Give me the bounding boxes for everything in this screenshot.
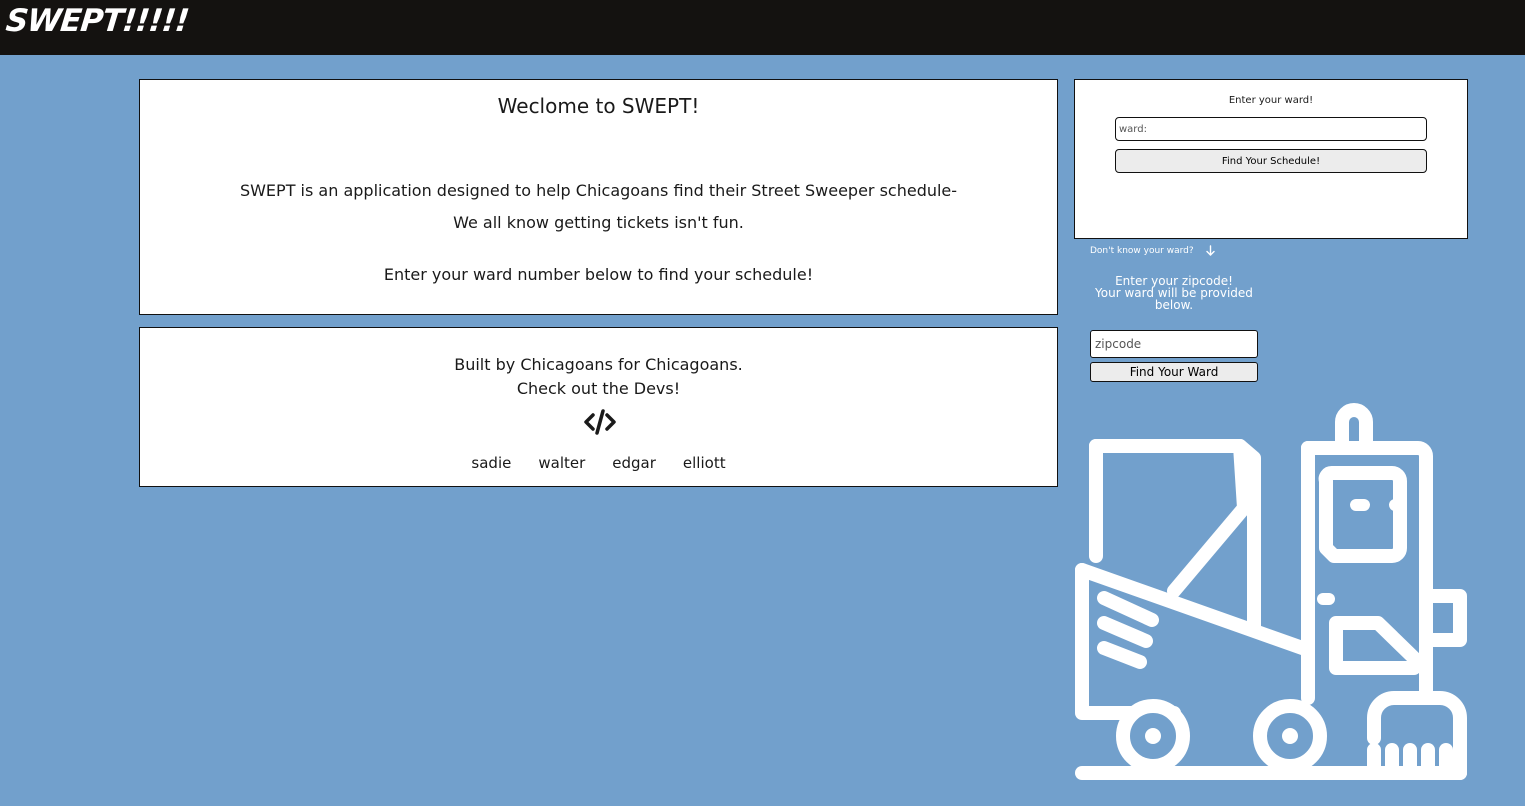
zipcode-instructions: Enter your zipcode! Your ward will be pr…: [1090, 275, 1258, 311]
find-schedule-button[interactable]: Find Your Schedule!: [1115, 149, 1427, 173]
ward-input[interactable]: [1115, 117, 1427, 141]
devs-cta: Check out the Devs!: [516, 379, 681, 398]
devs-panel: Built by Chicagoans for Chicagoans. Chec…: [139, 327, 1058, 487]
dont-know-ward-toggle[interactable]: Don't know your ward?: [1090, 245, 1215, 256]
ward-form-title: Enter your ward!: [1228, 95, 1314, 106]
dev-link-edgar[interactable]: edgar: [612, 454, 656, 472]
zipcode-instructions-line2: Your ward will be provided below.: [1095, 286, 1253, 312]
welcome-instruction: Enter your ward number below to find you…: [383, 265, 814, 284]
find-ward-button[interactable]: Find Your Ward: [1090, 362, 1258, 382]
logo[interactable]: SWEPT!!!!!: [4, 3, 190, 39]
devs-tagline: Built by Chicagoans for Chicagoans.: [454, 355, 743, 374]
top-bar: SWEPT!!!!!: [0, 0, 1525, 55]
dev-link-elliott[interactable]: elliott: [683, 454, 726, 472]
code-icon: [584, 409, 616, 435]
zipcode-input[interactable]: [1090, 330, 1258, 358]
welcome-description: SWEPT is an application designed to help…: [239, 181, 958, 200]
dev-link-walter[interactable]: walter: [538, 454, 585, 472]
welcome-panel: Weclome to SWEPT! SWEPT is an applicatio…: [139, 79, 1058, 315]
dev-link-sadie[interactable]: sadie: [471, 454, 511, 472]
welcome-title: Weclome to SWEPT!: [497, 94, 700, 118]
dont-know-ward-label: Don't know your ward?: [1090, 245, 1194, 256]
ward-form-panel: Enter your ward! Find Your Schedule!: [1074, 79, 1468, 239]
arrow-down-icon: [1205, 245, 1215, 256]
welcome-tickets-line: We all know getting tickets isn't fun.: [453, 213, 744, 232]
street-sweeper-icon: [1075, 403, 1467, 780]
dev-links: sadie walter edgar elliott: [140, 454, 1057, 472]
